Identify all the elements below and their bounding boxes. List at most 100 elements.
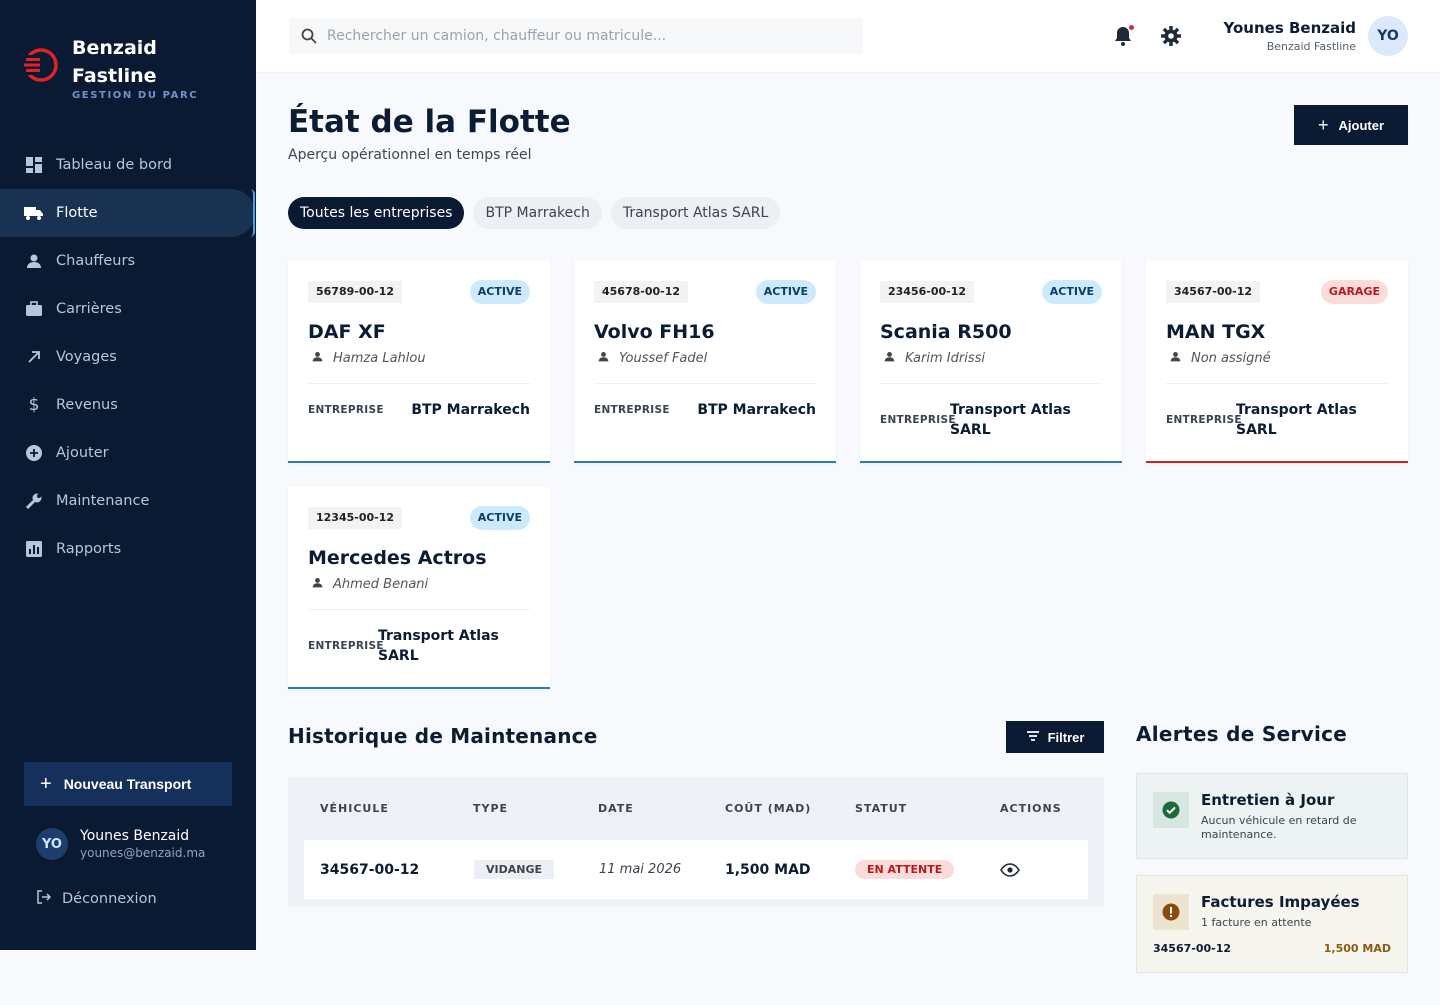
- maintenance-table: VÉHICULE TYPE DATE COÛT (MAD) STATUT ACT…: [288, 777, 1104, 907]
- column-header-status: STATUT: [855, 802, 908, 815]
- person-icon: [312, 351, 323, 366]
- view-button[interactable]: [1000, 840, 1020, 899]
- brand-logo-icon: [22, 48, 58, 82]
- column-header-type: TYPE: [473, 802, 509, 815]
- eye-icon: [1000, 862, 1020, 877]
- truck-model: DAF XF: [308, 321, 386, 343]
- company-name: BTP Marrakech: [411, 402, 530, 418]
- person-icon: [598, 351, 609, 366]
- arrow-up-right-icon: [24, 347, 44, 367]
- add-button[interactable]: + Ajouter: [1294, 105, 1408, 145]
- truck-card[interactable]: 23456-00-12 ACTIVE Scania R500 Karim Idr…: [860, 261, 1122, 463]
- sidebar-item-add[interactable]: Ajouter: [0, 429, 256, 477]
- company-label: ENTREPRISE: [880, 414, 956, 426]
- divider: [308, 609, 530, 610]
- top-user-name: Younes Benzaid: [1223, 19, 1357, 37]
- page-subtitle: Aperçu opérationnel en temps réel: [288, 147, 532, 163]
- sidebar-item-trips[interactable]: Voyages: [0, 333, 256, 381]
- search-box[interactable]: [289, 18, 863, 54]
- truck-model: Volvo FH16: [594, 321, 715, 343]
- logout-icon: [36, 889, 52, 909]
- company-name: BTP Marrakech: [697, 402, 816, 418]
- sidebar-item-reports[interactable]: Rapports: [0, 525, 256, 573]
- type-tag: VIDANGE: [474, 860, 554, 879]
- cell-status: EN ATTENTE: [855, 840, 955, 899]
- driver-name: Ahmed Benani: [333, 577, 429, 592]
- company-name-line1: Transport Atlas: [378, 628, 499, 644]
- company-name-line1: Transport Atlas: [950, 402, 1071, 418]
- divider: [880, 383, 1102, 384]
- status-badge: ACTIVE: [1041, 280, 1102, 304]
- sidebar-item-label: Voyages: [56, 349, 117, 365]
- alert-unpaid-invoices[interactable]: Factures Impayées 1 facture en attente 3…: [1136, 875, 1408, 973]
- brand-name-line2: Fastline: [72, 65, 157, 87]
- sidebar-item-revenue[interactable]: $ Revenus: [0, 381, 256, 429]
- truck-driver: Non assigné: [1170, 351, 1271, 366]
- sidebar-item-drivers[interactable]: Chauffeurs: [0, 237, 256, 285]
- sidebar-item-label: Revenus: [56, 397, 118, 413]
- chip-all-companies[interactable]: Toutes les entreprises: [288, 197, 465, 229]
- brand-name-line1: Benzaid: [72, 37, 157, 59]
- person-icon: [24, 251, 44, 271]
- cell-vehicle: 34567-00-12: [320, 861, 420, 878]
- driver-name: Youssef Fadel: [619, 351, 708, 366]
- driver-name: Karim Idrissi: [905, 351, 985, 366]
- chip-transport-atlas[interactable]: Transport Atlas SARL: [610, 197, 781, 229]
- truck-card[interactable]: 34567-00-12 GARAGE MAN TGX Non assigné E…: [1146, 261, 1408, 463]
- sidebar-item-label: Rapports: [56, 541, 122, 557]
- maintenance-history-title: Historique de Maintenance: [288, 724, 598, 748]
- alert-amount: 1,500 MAD: [1323, 942, 1391, 955]
- notifications-button[interactable]: [1112, 25, 1134, 51]
- cell-date: 11 mai 2026: [599, 862, 682, 877]
- truck-icon: [24, 203, 44, 223]
- truck-model: Scania R500: [880, 321, 1012, 343]
- sidebar-item-dashboard[interactable]: Tableau de bord: [0, 141, 256, 189]
- cell-type: VIDANGE: [474, 840, 554, 899]
- alert-maintenance-ok[interactable]: Entretien à Jour Aucun véhicule en retar…: [1136, 773, 1408, 859]
- wrench-icon: [24, 491, 44, 511]
- logout-button[interactable]: Déconnexion: [36, 889, 157, 909]
- chip-btp-marrakech[interactable]: BTP Marrakech: [473, 197, 602, 229]
- truck-card[interactable]: 56789-00-12 ACTIVE DAF XF Hamza Lahlou E…: [288, 261, 550, 463]
- truck-card[interactable]: 45678-00-12 ACTIVE Volvo FH16 Youssef Fa…: [574, 261, 836, 463]
- plate-number: 56789-00-12: [308, 281, 403, 303]
- sidebar-user[interactable]: YO Younes Benzaid younes@benzaid.ma: [36, 828, 205, 860]
- sidebar-item-fleet[interactable]: Flotte: [0, 189, 255, 237]
- brand-subtitle: GESTION DU PARC: [72, 90, 199, 101]
- top-user-company: Benzaid Fastline: [1266, 40, 1356, 53]
- status-badge: ACTIVE: [469, 280, 530, 304]
- company-name: Transport Atlas SARL: [950, 400, 1071, 440]
- table-row[interactable]: 34567-00-12 VIDANGE 11 mai 2026 1,500 MA…: [304, 840, 1088, 899]
- column-header-actions: ACTIONS: [1000, 802, 1062, 815]
- sidebar-item-label: Tableau de bord: [56, 157, 172, 173]
- filter-button-label: Filtrer: [1047, 729, 1085, 745]
- sidebar-item-quarries[interactable]: Carrières: [0, 285, 256, 333]
- new-transport-label: Nouveau Transport: [63, 776, 192, 792]
- status-badge: ACTIVE: [469, 506, 530, 530]
- alert-body: Aucun véhicule en retard de maintenance.: [1201, 814, 1357, 841]
- briefcase-icon: [24, 299, 44, 319]
- logout-label: Déconnexion: [62, 891, 157, 907]
- plate-number: 12345-00-12: [308, 507, 403, 529]
- brand[interactable]: Benzaid Fastline GESTION DU PARC: [22, 34, 198, 101]
- search-input[interactable]: [327, 28, 847, 44]
- new-transport-button[interactable]: + Nouveau Transport: [24, 762, 232, 806]
- company-name: Transport Atlas SARL: [1236, 400, 1357, 440]
- avatar: YO: [1368, 16, 1408, 56]
- column-header-vehicle: VÉHICULE: [320, 802, 389, 815]
- settings-button[interactable]: [1160, 25, 1182, 51]
- alert-body: 1 facture en attente: [1201, 916, 1312, 929]
- company-name-line1: Transport Atlas: [1236, 402, 1357, 418]
- truck-card[interactable]: 12345-00-12 ACTIVE Mercedes Actros Ahmed…: [288, 487, 550, 689]
- person-icon: [1170, 351, 1181, 366]
- dashboard-icon: [24, 155, 44, 175]
- alert-plate: 34567-00-12: [1153, 942, 1232, 955]
- filter-button[interactable]: Filtrer: [1006, 721, 1104, 753]
- dollar-icon: $: [28, 395, 40, 415]
- company-name-line2: SARL: [378, 648, 419, 664]
- cell-cost: 1,500 MAD: [725, 861, 811, 878]
- top-user-menu[interactable]: Younes Benzaid Benzaid Fastline YO: [1223, 16, 1408, 56]
- truck-driver: Hamza Lahlou: [312, 351, 426, 366]
- sidebar-item-maintenance[interactable]: Maintenance: [0, 477, 256, 525]
- check-circle-icon: [1162, 801, 1180, 819]
